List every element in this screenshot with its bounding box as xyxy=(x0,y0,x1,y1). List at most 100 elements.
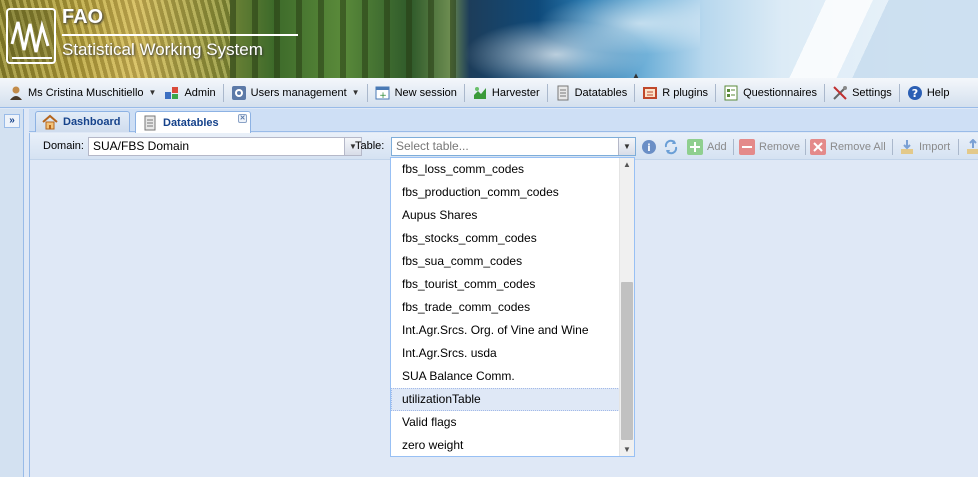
menu-users-management[interactable]: Users management ▼ xyxy=(227,82,364,104)
remove-icon xyxy=(739,139,755,155)
chevron-down-icon: ▼ xyxy=(351,88,360,97)
table-option[interactable]: Int.Agr.Srcs. usda xyxy=(391,342,620,365)
tab-dashboard[interactable]: Dashboard xyxy=(35,111,130,132)
menu-datatables-label: Datatables xyxy=(574,86,628,99)
menu-separator xyxy=(634,83,636,102)
menu-r-plugins[interactable]: R plugins xyxy=(638,82,712,104)
users-icon xyxy=(231,85,247,101)
scroll-up-arrow-icon[interactable]: ▲ xyxy=(623,160,631,169)
main-menubar: Ms Cristina Muschitiello ▼ Admin Users m… xyxy=(0,78,978,108)
svg-text:i: i xyxy=(647,143,650,154)
add-button[interactable]: Add xyxy=(687,138,727,156)
user-name: Ms Cristina Muschitiello xyxy=(28,86,144,99)
scrollbar-thumb[interactable] xyxy=(621,282,633,440)
table-option[interactable]: SUA Balance Comm. xyxy=(391,365,620,388)
banner-title: FAO xyxy=(62,6,104,28)
list-scrollbar[interactable]: ▲ ▼ xyxy=(619,158,634,456)
export-button[interactable] xyxy=(965,138,978,156)
remove-all-icon xyxy=(810,139,826,155)
menu-help-label: Help xyxy=(926,86,950,99)
expand-panel-button[interactable]: » xyxy=(4,114,20,128)
domain-label: Domain: xyxy=(43,140,84,152)
harvester-icon xyxy=(472,85,488,101)
help-icon: ? xyxy=(907,85,923,101)
svg-text:?: ? xyxy=(912,87,918,100)
table-label: Table: xyxy=(355,140,385,152)
close-tab-icon[interactable]: ✕ xyxy=(238,114,247,123)
tab-datatables[interactable]: Datatables ✕ xyxy=(135,111,251,133)
table-select-placeholder: Select table... xyxy=(396,139,469,153)
menu-datatables[interactable]: Datatables xyxy=(551,82,632,104)
r-plugins-icon xyxy=(642,85,658,101)
tab-dashboard-label: Dashboard xyxy=(63,116,121,128)
table-option[interactable]: zero weight xyxy=(391,434,620,456)
info-button[interactable]: i xyxy=(641,138,661,156)
menu-admin[interactable]: Admin xyxy=(160,82,219,104)
menu-separator xyxy=(222,83,224,102)
menu-questionnaires-label: Questionnaires xyxy=(743,86,818,99)
menu-settings-label: Settings xyxy=(852,86,892,99)
domain-select-value: SUA/FBS Domain xyxy=(93,139,190,153)
fao-logo-icon xyxy=(10,20,52,59)
table-option[interactable]: Valid flags xyxy=(391,411,620,434)
export-icon xyxy=(965,138,978,155)
tab-strip: Dashboard Datatables ✕ xyxy=(29,109,978,133)
menu-separator xyxy=(715,83,717,102)
table-option[interactable]: fbs_stocks_comm_codes xyxy=(391,227,620,250)
chevron-down-icon[interactable]: ▼ xyxy=(618,138,635,155)
toolbar-separator xyxy=(733,139,734,155)
refresh-icon xyxy=(663,139,679,155)
banner-subtitle: Statistical Working System xyxy=(62,40,263,59)
settings-icon xyxy=(832,85,848,101)
datatables-toolbar: Domain: SUA/FBS Domain ▼ Table: Select t… xyxy=(30,133,978,160)
home-icon xyxy=(42,114,58,130)
refresh-button[interactable] xyxy=(663,138,683,156)
menu-new-session-label: New session xyxy=(394,86,457,99)
chevron-down-icon: ▼ xyxy=(148,88,157,97)
table-option-highlighted[interactable]: utilizationTable xyxy=(391,388,620,411)
table-option[interactable]: fbs_trade_comm_codes xyxy=(391,296,620,319)
menu-help[interactable]: ? Help xyxy=(903,82,954,104)
menu-separator xyxy=(463,83,465,102)
table-option[interactable]: Int.Agr.Srcs. Org. of Vine and Wine xyxy=(391,319,620,342)
table-options-list: fbs_loss_comm_codes fbs_production_comm_… xyxy=(390,157,635,457)
menu-separator xyxy=(546,83,548,102)
add-icon xyxy=(687,139,703,155)
add-button-label: Add xyxy=(707,141,727,153)
menu-users-management-label: Users management xyxy=(250,86,347,99)
table-option[interactable]: fbs_loss_comm_codes xyxy=(391,158,620,181)
table-option[interactable]: fbs_sua_comm_codes xyxy=(391,250,620,273)
toolbar-separator xyxy=(805,139,806,155)
import-icon xyxy=(899,139,915,155)
user-menu[interactable]: Ms Cristina Muschitiello ▼ xyxy=(4,82,160,104)
remove-all-button-label: Remove All xyxy=(830,141,886,153)
menu-questionnaires[interactable]: Questionnaires xyxy=(719,82,821,104)
new-session-icon: + xyxy=(375,85,391,101)
menu-admin-label: Admin xyxy=(184,86,216,99)
menu-separator xyxy=(366,83,368,102)
scroll-down-arrow-icon[interactable]: ▼ xyxy=(623,445,631,454)
table-option[interactable]: fbs_production_comm_codes xyxy=(391,181,620,204)
collapsed-west-panel: » xyxy=(0,109,24,477)
questionnaires-icon xyxy=(723,85,739,101)
banner-divider xyxy=(62,34,298,36)
menu-harvester[interactable]: Harvester xyxy=(468,82,544,104)
remove-button[interactable]: Remove xyxy=(739,138,800,156)
menu-r-plugins-label: R plugins xyxy=(662,86,709,99)
menu-new-session[interactable]: + New session xyxy=(371,82,461,104)
app-banner: FAO Statistical Working System ▲ xyxy=(0,0,978,78)
menu-settings[interactable]: Settings xyxy=(828,82,896,104)
table-option[interactable]: Aupus Shares xyxy=(391,204,620,227)
import-button[interactable]: Import xyxy=(899,138,950,156)
remove-all-button[interactable]: Remove All xyxy=(810,138,886,156)
datatables-icon xyxy=(555,85,571,101)
banner-forest-image xyxy=(230,0,460,78)
banner-sky-image xyxy=(700,0,978,78)
table-option[interactable]: fbs_tourist_comm_codes xyxy=(391,273,620,296)
menu-separator xyxy=(824,83,826,102)
domain-select[interactable]: SUA/FBS Domain ▼ xyxy=(88,137,362,156)
user-icon xyxy=(8,85,24,101)
collapse-banner-icon[interactable]: ▲ xyxy=(632,71,640,78)
toolbar-separator xyxy=(892,139,893,155)
table-select[interactable]: Select table... ▼ xyxy=(391,137,636,156)
